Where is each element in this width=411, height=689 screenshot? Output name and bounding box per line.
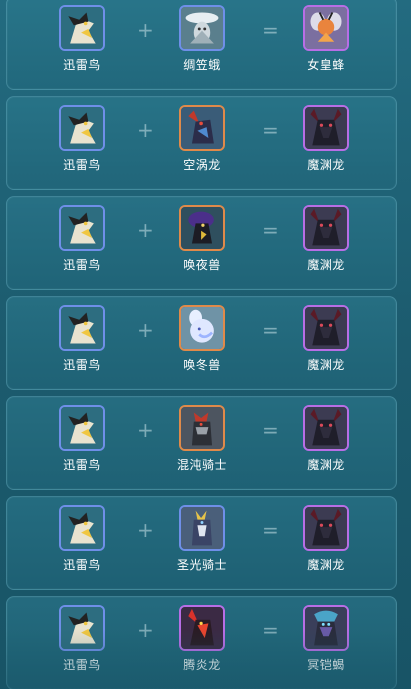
result-pet[interactable]: 魔渊龙 (291, 505, 361, 573)
thunder-bird-icon[interactable] (59, 405, 105, 451)
thunder-bird-icon[interactable] (59, 605, 105, 651)
parent-pet[interactable]: 圣光骑士 (167, 505, 237, 573)
parent-pet[interactable]: 混沌骑士 (167, 405, 237, 473)
holy-knight-icon[interactable] (179, 505, 225, 551)
pet-name: 迅雷鸟 (63, 558, 101, 572)
abyss-dragon-icon[interactable] (303, 405, 349, 451)
abyss-dragon-icon[interactable] (303, 505, 349, 551)
queen-bee-icon[interactable] (303, 5, 349, 51)
result-pet[interactable]: 冥铠蝎 (291, 605, 361, 673)
equals-icon: = (262, 518, 279, 542)
parent-pet[interactable]: 迅雷鸟 (47, 205, 117, 273)
parent-pet[interactable]: 迅雷鸟 (47, 605, 117, 673)
combo-card[interactable]: 迅雷鸟 + 混沌骑士 = 魔渊龙 (6, 396, 397, 490)
combo-card[interactable]: 迅雷鸟 + 腾炎龙 = 冥铠蝎 (6, 596, 397, 689)
breeding-combo-list: 迅雷鸟 + 绸笠蛾 = 女皇蜂 迅雷鸟 + 空涡龙 = 魔渊龙 迅雷鸟 + 唤夜兽 = 魔渊龙 迅雷鸟 + 唤冬兽… (0, 0, 411, 689)
combo-card[interactable]: 迅雷鸟 + 唤冬兽 = 魔渊龙 (6, 296, 397, 390)
pet-name: 魔渊龙 (307, 458, 345, 472)
pet-name: 冥铠蝎 (307, 658, 345, 672)
pet-name: 魔渊龙 (307, 358, 345, 372)
pet-name: 迅雷鸟 (63, 358, 101, 372)
pet-name: 魔渊龙 (307, 558, 345, 572)
result-pet[interactable]: 女皇蜂 (291, 5, 361, 73)
night-beast-icon[interactable] (179, 205, 225, 251)
parent-pet[interactable]: 迅雷鸟 (47, 405, 117, 473)
plus-icon: + (137, 318, 154, 342)
parent-pet[interactable]: 迅雷鸟 (47, 505, 117, 573)
flame-dragon-icon[interactable] (179, 605, 225, 651)
pet-name: 迅雷鸟 (63, 258, 101, 272)
underworld-scorpion-icon[interactable] (303, 605, 349, 651)
vortex-dragon-icon[interactable] (179, 105, 225, 151)
parent-pet[interactable]: 腾炎龙 (167, 605, 237, 673)
chaos-knight-icon[interactable] (179, 405, 225, 451)
pet-name: 魔渊龙 (307, 158, 345, 172)
result-pet[interactable]: 魔渊龙 (291, 205, 361, 273)
pet-name: 迅雷鸟 (63, 458, 101, 472)
pet-name: 混沌骑士 (176, 458, 227, 472)
parent-pet[interactable]: 迅雷鸟 (47, 105, 117, 173)
equals-icon: = (262, 618, 279, 642)
thunder-bird-icon[interactable] (59, 205, 105, 251)
equals-icon: = (262, 418, 279, 442)
thunder-bird-icon[interactable] (59, 505, 105, 551)
parent-pet[interactable]: 唤冬兽 (167, 305, 237, 373)
parent-pet[interactable]: 迅雷鸟 (47, 5, 117, 73)
parent-pet[interactable]: 绸笠蛾 (167, 5, 237, 73)
combo-card[interactable]: 迅雷鸟 + 唤夜兽 = 魔渊龙 (6, 196, 397, 290)
pet-name: 迅雷鸟 (63, 58, 101, 72)
pet-name: 女皇蜂 (307, 58, 345, 72)
abyss-dragon-icon[interactable] (303, 305, 349, 351)
parent-pet[interactable]: 迅雷鸟 (47, 305, 117, 373)
pet-name: 腾炎龙 (183, 658, 221, 672)
result-pet[interactable]: 魔渊龙 (291, 405, 361, 473)
abyss-dragon-icon[interactable] (303, 205, 349, 251)
equals-icon: = (262, 18, 279, 42)
winter-beast-icon[interactable] (179, 305, 225, 351)
pet-name: 唤夜兽 (183, 258, 221, 272)
parent-pet[interactable]: 空涡龙 (167, 105, 237, 173)
abyss-dragon-icon[interactable] (303, 105, 349, 151)
combo-card[interactable]: 迅雷鸟 + 绸笠蛾 = 女皇蜂 (6, 0, 397, 90)
pet-name: 空涡龙 (183, 158, 221, 172)
thunder-bird-icon[interactable] (59, 105, 105, 151)
thunder-bird-icon[interactable] (59, 305, 105, 351)
plus-icon: + (137, 518, 154, 542)
equals-icon: = (262, 218, 279, 242)
thunder-bird-icon[interactable] (59, 5, 105, 51)
equals-icon: = (262, 118, 279, 142)
plus-icon: + (137, 618, 154, 642)
pet-name: 迅雷鸟 (63, 658, 101, 672)
result-pet[interactable]: 魔渊龙 (291, 305, 361, 373)
result-pet[interactable]: 魔渊龙 (291, 105, 361, 173)
parent-pet[interactable]: 唤夜兽 (167, 205, 237, 273)
silk-moth-icon[interactable] (179, 5, 225, 51)
combo-card[interactable]: 迅雷鸟 + 圣光骑士 = 魔渊龙 (6, 496, 397, 590)
plus-icon: + (137, 18, 154, 42)
combo-card[interactable]: 迅雷鸟 + 空涡龙 = 魔渊龙 (6, 96, 397, 190)
plus-icon: + (137, 118, 154, 142)
pet-name: 迅雷鸟 (63, 158, 101, 172)
pet-name: 绸笠蛾 (183, 58, 221, 72)
pet-name: 魔渊龙 (307, 258, 345, 272)
pet-name: 唤冬兽 (183, 358, 221, 372)
plus-icon: + (137, 218, 154, 242)
equals-icon: = (262, 318, 279, 342)
pet-name: 圣光骑士 (176, 558, 227, 572)
plus-icon: + (137, 418, 154, 442)
